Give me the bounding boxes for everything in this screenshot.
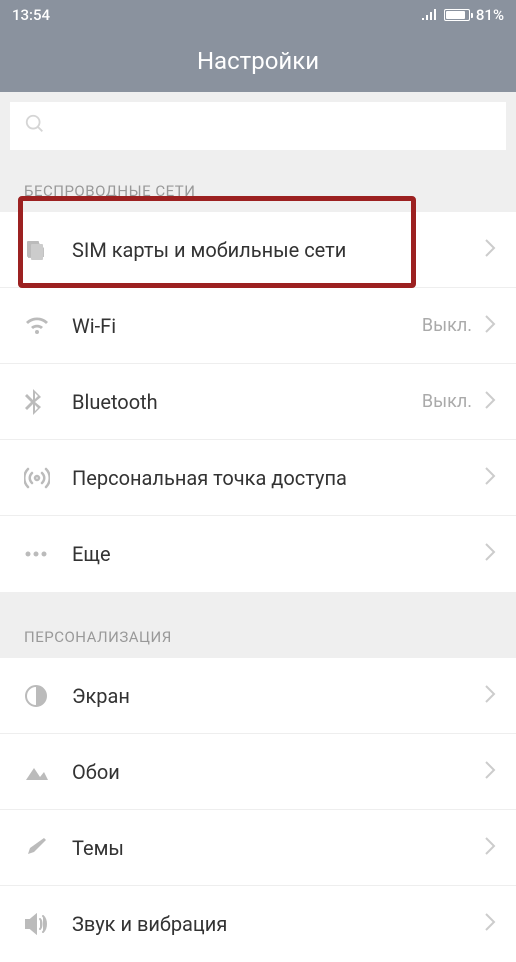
row-more[interactable]: Еще	[0, 516, 516, 592]
battery-percent: 81%	[476, 6, 504, 24]
section-header-wireless: БЕСПРОВОДНЫЕ СЕТИ	[0, 164, 516, 212]
display-icon	[24, 684, 72, 708]
sound-icon	[24, 913, 72, 935]
page-title: Настройки	[197, 47, 319, 75]
chevron-right-icon	[484, 314, 496, 338]
status-bar: 13:54 81%	[0, 0, 516, 30]
search-bar[interactable]	[10, 102, 506, 150]
row-label: Bluetooth	[72, 390, 422, 414]
row-wallpaper[interactable]: Обои	[0, 734, 516, 810]
row-sim[interactable]: SIM карты и мобильные сети	[0, 212, 516, 288]
row-hotspot[interactable]: Персональная точка доступа	[0, 440, 516, 516]
search-icon	[24, 113, 46, 139]
row-themes[interactable]: Темы	[0, 810, 516, 886]
row-label: Темы	[72, 836, 484, 860]
row-label: Персональная точка доступа	[72, 466, 484, 490]
chevron-right-icon	[484, 836, 496, 860]
signal-icon	[422, 6, 438, 24]
row-wifi[interactable]: Wi-Fi Выкл.	[0, 288, 516, 364]
bluetooth-icon	[24, 389, 72, 415]
chevron-right-icon	[484, 390, 496, 414]
row-display[interactable]: Экран	[0, 658, 516, 734]
row-label: Wi-Fi	[72, 314, 422, 338]
section-header-personalization: ПЕРСОНАЛИЗАЦИЯ	[0, 610, 516, 658]
status-time: 13:54	[12, 6, 50, 24]
row-label: Экран	[72, 684, 484, 708]
wifi-icon	[24, 316, 72, 336]
hotspot-icon	[24, 467, 72, 489]
search-container	[0, 92, 516, 164]
themes-icon	[24, 836, 72, 860]
chevron-right-icon	[484, 912, 496, 936]
row-label: Звук и вибрация	[72, 912, 484, 936]
status-right: 81%	[422, 6, 504, 24]
row-label: Еще	[72, 542, 484, 566]
header: Настройки	[0, 30, 516, 92]
list-wireless: SIM карты и мобильные сети Wi-Fi Выкл. B…	[0, 212, 516, 592]
wallpaper-icon	[24, 762, 72, 782]
chevron-right-icon	[484, 684, 496, 708]
chevron-right-icon	[484, 542, 496, 566]
sim-icon	[24, 238, 72, 262]
row-value: Выкл.	[422, 391, 472, 412]
chevron-right-icon	[484, 466, 496, 490]
battery-icon	[444, 9, 470, 21]
list-personalization: Экран Обои Темы Звук и вибрация	[0, 658, 516, 962]
row-label: SIM карты и мобильные сети	[72, 238, 484, 262]
row-label: Обои	[72, 760, 484, 784]
row-value: Выкл.	[422, 315, 472, 336]
chevron-right-icon	[484, 238, 496, 262]
chevron-right-icon	[484, 760, 496, 784]
more-icon	[24, 550, 72, 558]
row-sound[interactable]: Звук и вибрация	[0, 886, 516, 962]
row-bluetooth[interactable]: Bluetooth Выкл.	[0, 364, 516, 440]
